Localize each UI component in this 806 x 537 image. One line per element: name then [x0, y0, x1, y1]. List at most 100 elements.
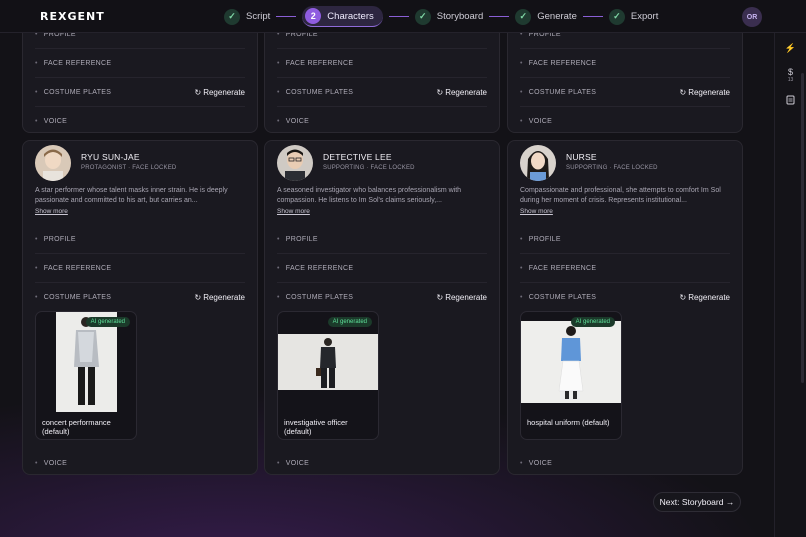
character-name: RYU SUN-JAE: [81, 152, 140, 162]
step-label: Characters: [327, 10, 374, 22]
face-reference-row[interactable]: • FACE REFERENCE: [35, 49, 245, 78]
check-icon: ✓: [224, 8, 240, 25]
costume-plate[interactable]: AI generated hospital uniform (default): [520, 311, 622, 440]
costume-plates-row[interactable]: • COSTUME PLATES ↻ Regenerate: [277, 78, 487, 107]
character-card: DETECTIVE LEE SUPPORTING · FACE LOCKED A…: [264, 140, 500, 475]
next-storyboard-button[interactable]: Next: Storyboard →: [653, 492, 741, 512]
bullet-icon: •: [35, 88, 38, 96]
face-reference-row[interactable]: • FACE REFERENCE: [35, 254, 245, 283]
dollar-icon: $: [787, 67, 793, 77]
bullet-icon: •: [277, 118, 280, 125]
character-avatar: [35, 145, 71, 181]
voice-row[interactable]: • VOICE: [35, 449, 245, 478]
refresh-icon: ↻: [194, 87, 202, 97]
check-icon: ✓: [608, 8, 625, 25]
refresh-icon: ↻: [194, 293, 202, 302]
bullet-icon: •: [35, 264, 38, 272]
profile-row[interactable]: • PROFILE: [35, 225, 245, 254]
bullet-icon: •: [277, 88, 280, 96]
bullet-icon: •: [35, 59, 38, 67]
bullet-icon: •: [520, 294, 523, 301]
step-connector: [276, 15, 297, 18]
costume-plates-row[interactable]: • COSTUME PLATES ↻ Regenerate: [35, 283, 245, 312]
step-label: Export: [630, 11, 659, 22]
voice-row[interactable]: • VOICE: [520, 449, 730, 478]
character-description: A star performer whose talent masks inne…: [35, 187, 228, 204]
character-avatar: [277, 145, 313, 181]
character-role: SUPPORTING · FACE LOCKED: [323, 165, 415, 171]
app-logo[interactable]: REXGENT: [40, 10, 105, 23]
ai-generated-badge: AI generated: [327, 317, 372, 327]
step-characters[interactable]: 2 Characters: [302, 6, 383, 27]
profile-row[interactable]: • PROFILE: [520, 225, 730, 254]
character-description: A seasoned investigator who balances pro…: [277, 187, 462, 204]
lightning-icon[interactable]: ⚡: [775, 43, 806, 54]
step-connector: [582, 15, 603, 18]
costume-label: investigative officer (default): [284, 418, 348, 436]
check-icon: ✓: [515, 8, 532, 25]
bullet-icon: •: [35, 235, 38, 243]
bullet-icon: •: [277, 235, 280, 243]
refresh-icon: ↻: [436, 293, 444, 302]
costume-plate[interactable]: AI generated concert performance (defaul…: [35, 311, 137, 440]
character-avatar: [520, 145, 556, 181]
costume-plates-row[interactable]: • COSTUME PLATES ↻ Regenerate: [277, 283, 487, 312]
costume-image: [521, 321, 621, 403]
refresh-icon: ↻: [436, 87, 444, 97]
voice-row[interactable]: • VOICE: [520, 107, 730, 136]
step-export[interactable]: ✓ Export: [608, 6, 659, 27]
regenerate-button[interactable]: ↻ Regenerate: [679, 88, 730, 97]
face-reference-row[interactable]: • FACE REFERENCE: [520, 49, 730, 78]
show-more-link[interactable]: Show more: [277, 208, 310, 215]
profile-row[interactable]: • PROFILE: [277, 225, 487, 254]
costume-plate[interactable]: AI generated investigative officer (defa…: [277, 311, 379, 440]
costume-label: concert performance (default): [42, 418, 111, 436]
step-storyboard[interactable]: ✓ Storyboard: [414, 6, 484, 27]
regenerate-button[interactable]: ↻ Regenerate: [436, 88, 487, 97]
step-number: 2: [305, 8, 322, 24]
face-reference-row[interactable]: • FACE REFERENCE: [520, 254, 730, 283]
step-connector: [489, 15, 510, 18]
regenerate-button[interactable]: ↻ Regenerate: [436, 293, 487, 302]
costume-plates-row[interactable]: • COSTUME PLATES ↻ Regenerate: [520, 78, 730, 107]
face-reference-row[interactable]: • FACE REFERENCE: [277, 254, 487, 283]
voice-row[interactable]: • VOICE: [35, 107, 245, 136]
user-avatar[interactable]: OR: [742, 7, 762, 27]
top-bar: REXGENT ✓ Script 2 Characters ✓ Storyboa…: [0, 0, 806, 33]
voice-row[interactable]: • VOICE: [277, 449, 487, 478]
stepper: ✓ Script 2 Characters ✓ Storyboard ✓ Gen…: [224, 6, 658, 27]
step-connector: [388, 15, 409, 18]
bullet-icon: •: [35, 118, 38, 125]
step-script[interactable]: ✓ Script: [224, 6, 270, 27]
bullet-icon: •: [277, 59, 280, 67]
bullet-icon: •: [520, 235, 523, 243]
step-generate[interactable]: ✓ Generate: [515, 6, 577, 27]
character-description: Compassionate and professional, she atte…: [520, 187, 721, 204]
costume-plates-row[interactable]: • COSTUME PLATES ↻ Regenerate: [520, 283, 730, 312]
bullet-icon: •: [520, 88, 523, 96]
regenerate-button[interactable]: ↻ Regenerate: [679, 293, 730, 302]
regenerate-button[interactable]: ↻ Regenerate: [194, 293, 245, 302]
bullet-icon: •: [520, 59, 523, 67]
character-name: NURSE: [566, 152, 597, 162]
show-more-link[interactable]: Show more: [35, 208, 68, 215]
bullet-icon: •: [35, 460, 38, 467]
check-icon: ✓: [414, 8, 431, 25]
character-card: RYU SUN-JAE PROTAGONIST · FACE LOCKED A …: [22, 140, 258, 475]
costume-plates-row[interactable]: • COSTUME PLATES ↻ Regenerate: [35, 78, 245, 107]
bullet-icon: •: [277, 264, 280, 272]
character-card: NURSE SUPPORTING · FACE LOCKED Compassio…: [507, 140, 743, 475]
ai-generated-badge: AI generated: [85, 317, 130, 327]
costume-image: [56, 312, 117, 412]
face-reference-row[interactable]: • FACE REFERENCE: [277, 49, 487, 78]
regenerate-button[interactable]: ↻ Regenerate: [194, 88, 245, 97]
character-role: SUPPORTING · FACE LOCKED: [566, 165, 658, 171]
step-label: Generate: [537, 11, 577, 22]
voice-row[interactable]: • VOICE: [277, 107, 487, 136]
step-label: Storyboard: [436, 11, 484, 22]
show-more-link[interactable]: Show more: [520, 208, 553, 215]
step-label: Script: [246, 11, 271, 22]
scrollbar[interactable]: [801, 73, 804, 383]
refresh-icon: ↻: [679, 293, 687, 302]
right-rail: ⚡ $ 13: [774, 33, 806, 537]
